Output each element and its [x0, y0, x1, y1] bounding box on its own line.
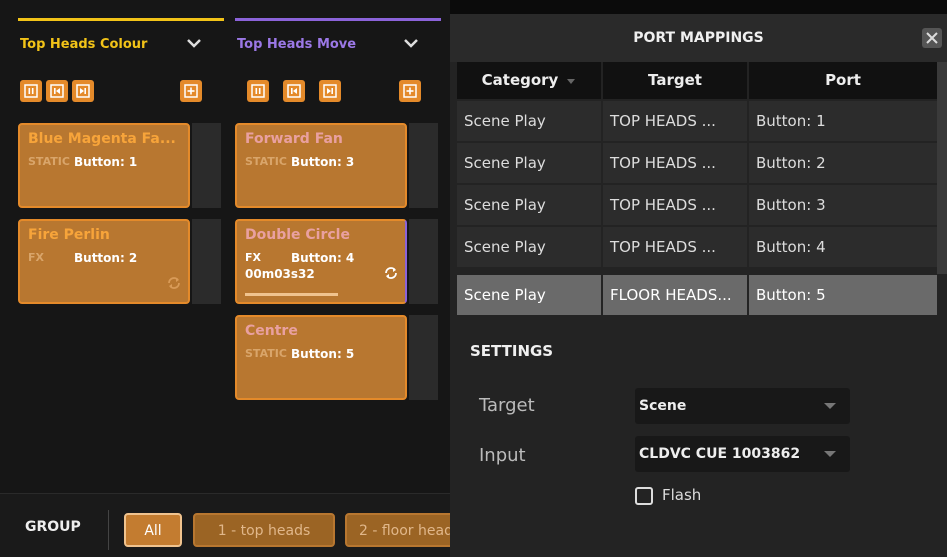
scene-tile-side [409, 315, 438, 400]
scene-port: Button: 3 [289, 155, 355, 169]
cell-port: Button: 5 [749, 275, 937, 315]
previous-scene-button[interactable] [46, 80, 68, 102]
scene-name: Forward Fan [245, 131, 343, 147]
scene-type: FX [245, 251, 261, 264]
group-column-top-heads-colour: Top Heads Colour Blue Magenta Fa... STAT… [18, 18, 224, 493]
scene-tile-side [409, 219, 438, 304]
group-color-bar [18, 18, 224, 21]
panel-title: PORT MAPPINGS [450, 14, 947, 62]
column-header-port[interactable]: Port [749, 62, 937, 99]
group-filter-all[interactable]: All [124, 513, 182, 547]
cell-category: Scene Play [457, 143, 601, 183]
scene-port: Button: 2 [72, 251, 138, 265]
cell-port: Button: 4 [749, 227, 937, 267]
cell-target: TOP HEADS ... [603, 227, 747, 267]
chevron-down-icon[interactable] [402, 34, 420, 52]
cell-target: FLOOR HEADS... [603, 275, 747, 315]
column-label: Category [481, 71, 559, 89]
group-color-bar [235, 18, 441, 21]
plus-icon [184, 84, 198, 98]
pause-icon [24, 84, 38, 98]
target-label: Target [479, 395, 535, 416]
flash-checkbox[interactable] [635, 487, 653, 505]
port-mappings-panel: PORT MAPPINGS Category Target Port Scene… [450, 14, 947, 557]
scene-groups-area: Top Heads Colour Blue Magenta Fa... STAT… [0, 0, 465, 557]
scene-type: FX [28, 251, 44, 264]
previous-scene-button[interactable] [283, 80, 305, 102]
cell-target: TOP HEADS ... [603, 185, 747, 225]
skip-forward-icon [323, 84, 337, 98]
pause-icon [251, 84, 265, 98]
chevron-down-icon [824, 451, 836, 457]
cell-category: Scene Play [457, 275, 601, 315]
target-select[interactable]: Scene [635, 388, 850, 424]
scene-type: STATIC [245, 155, 287, 168]
scene-name: Fire Perlin [28, 227, 110, 243]
close-icon [926, 32, 938, 44]
input-label: Input [479, 445, 526, 466]
scene-tile-side [192, 219, 221, 304]
divider [108, 510, 109, 550]
group-title: Top Heads Colour [20, 37, 148, 52]
cell-target: TOP HEADS ... [603, 101, 747, 141]
plus-icon [403, 84, 417, 98]
sort-icon [567, 78, 576, 84]
cell-port: Button: 3 [749, 185, 937, 225]
group-column-top-heads-move: Top Heads Move Forward Fan STATIC Button… [235, 18, 441, 493]
scene-name: Centre [245, 323, 298, 339]
scene-type: STATIC [28, 155, 70, 168]
scene-tile[interactable]: Centre STATIC Button: 5 [235, 315, 407, 400]
add-scene-button[interactable] [180, 80, 202, 102]
chevron-down-icon[interactable] [185, 34, 203, 52]
pause-button[interactable] [247, 80, 269, 102]
group-filter-top-heads[interactable]: 1 - top heads [193, 513, 335, 547]
pause-button[interactable] [20, 80, 42, 102]
cell-port: Button: 2 [749, 143, 937, 183]
next-scene-button[interactable] [72, 80, 94, 102]
scene-elapsed-time: 00m03s32 [245, 267, 315, 281]
loop-icon [166, 275, 182, 291]
group-label: GROUP [25, 519, 81, 535]
cell-target: TOP HEADS ... [603, 143, 747, 183]
target-value: Scene [639, 398, 687, 414]
scene-tile[interactable]: Forward Fan STATIC Button: 3 [235, 123, 407, 208]
scene-progress-bar [245, 293, 338, 296]
skip-back-icon [50, 84, 64, 98]
scene-tile[interactable]: Fire Perlin FX Button: 2 [18, 219, 190, 304]
skip-back-icon [287, 84, 301, 98]
next-scene-button[interactable] [319, 80, 341, 102]
cell-category: Scene Play [457, 185, 601, 225]
loop-icon [383, 265, 399, 281]
chevron-down-icon [824, 403, 836, 409]
scene-name: Blue Magenta Fa... [28, 131, 176, 147]
scene-port: Button: 4 [289, 251, 355, 265]
scene-tile-side [409, 123, 438, 208]
scene-tile-side [192, 123, 221, 208]
group-filter-bar: GROUP All 1 - top heads 2 - floor heads [0, 493, 465, 557]
group-filter-floor-heads[interactable]: 2 - floor heads [345, 513, 465, 547]
scene-tile-active[interactable]: Double Circle FX Button: 4 00m03s32 [235, 219, 407, 304]
add-scene-button[interactable] [399, 80, 421, 102]
column-header-category[interactable]: Category [457, 62, 601, 99]
skip-forward-icon [76, 84, 90, 98]
column-header-target[interactable]: Target [603, 62, 747, 99]
table-scrollbar[interactable] [937, 62, 947, 274]
scene-port: Button: 1 [72, 155, 138, 169]
settings-title: SETTINGS [470, 342, 554, 360]
scene-type: STATIC [245, 347, 287, 360]
scene-tile[interactable]: Blue Magenta Fa... STATIC Button: 1 [18, 123, 190, 208]
scene-port: Button: 5 [289, 347, 355, 361]
input-value: CLDVC CUE 1003862 [639, 446, 801, 462]
cell-category: Scene Play [457, 101, 601, 141]
close-button[interactable] [922, 28, 942, 48]
input-select[interactable]: CLDVC CUE 1003862 [635, 436, 850, 472]
flash-label: Flash [662, 486, 702, 504]
cell-category: Scene Play [457, 227, 601, 267]
scene-name: Double Circle [245, 227, 350, 243]
group-title: Top Heads Move [237, 37, 357, 52]
cell-port: Button: 1 [749, 101, 937, 141]
